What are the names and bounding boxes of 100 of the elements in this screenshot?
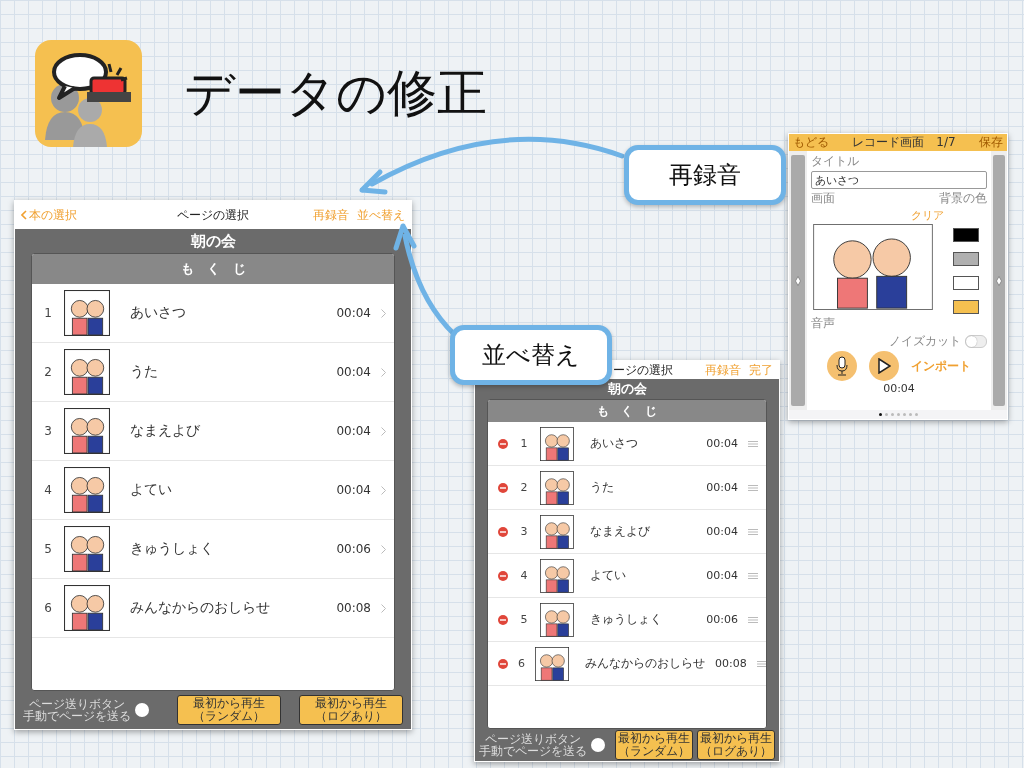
page-list-item[interactable]: 1 あいさつ 00:04 <box>488 422 766 466</box>
page-duration: 00:04 <box>336 306 371 320</box>
field-label: 画面 <box>811 190 835 207</box>
page-title: みんなからのおしらせ <box>130 599 271 617</box>
cartoon-thumbnail <box>64 526 110 572</box>
toggle-label: ページ送りボタン <box>485 733 581 745</box>
cartoon-thumbnail <box>540 470 574 505</box>
app-icon <box>35 40 142 147</box>
play-from-start-button[interactable]: 最初から再生 （ログあり） <box>299 694 403 726</box>
cartoon-thumbnail <box>64 585 110 631</box>
cartoon-thumbnail <box>64 408 110 454</box>
chevron-right-icon[interactable] <box>381 308 386 318</box>
page-list-item[interactable]: 2 うた 00:04 <box>32 343 394 402</box>
page-title: うた <box>590 479 615 496</box>
page-number: 1 <box>519 437 529 450</box>
drag-handle-icon[interactable] <box>748 572 758 579</box>
page-list-item[interactable]: 4 よてい 00:04 <box>32 461 394 520</box>
page-title: きゅうしょく <box>590 611 663 628</box>
drag-handle-icon[interactable] <box>748 440 758 447</box>
diamond-arrow-icon[interactable] <box>795 275 801 286</box>
page-dot[interactable] <box>884 413 888 416</box>
delete-icon[interactable] <box>498 614 508 625</box>
chevron-right-icon[interactable] <box>381 426 386 436</box>
drag-handle-icon[interactable] <box>748 528 758 535</box>
page-number: 6 <box>43 601 53 615</box>
page-list-item[interactable]: 3 なまえよび 00:04 <box>32 402 394 461</box>
drag-handle-icon[interactable] <box>756 660 766 667</box>
cartoon-thumbnail <box>535 646 569 681</box>
page-dot[interactable] <box>896 413 900 416</box>
delete-icon[interactable] <box>498 658 508 669</box>
recording-time: 00:04 <box>883 382 915 395</box>
page-dot[interactable] <box>908 413 912 416</box>
book-title: 朝の会 <box>189 230 237 252</box>
chevron-right-icon[interactable] <box>381 544 386 554</box>
page-number: 3 <box>43 424 53 438</box>
play-from-start-button[interactable]: 最初から再生 （ランダム） <box>615 729 693 761</box>
record-button[interactable] <box>827 351 857 381</box>
page-number: 6 <box>518 657 525 670</box>
toggle-hint: 手動でページを送る <box>479 745 587 757</box>
navigation-title: ページの選択 <box>177 206 249 224</box>
callout-label: 再録音 <box>624 145 786 205</box>
contents-header: も く じ <box>488 400 766 422</box>
color-swatch[interactable] <box>953 300 979 314</box>
chevron-right-icon[interactable] <box>381 367 386 377</box>
page-title: あいさつ <box>590 435 639 452</box>
page-list-item[interactable]: 2 うた 00:04 <box>488 466 766 510</box>
page-list-item[interactable]: 1 あいさつ 00:04 <box>32 284 394 343</box>
play-from-start-button[interactable]: 最初から再生 （ランダム） <box>177 694 281 726</box>
toggle-hint: 手動でページを送る <box>23 710 131 722</box>
delete-icon[interactable] <box>498 482 508 493</box>
color-swatch[interactable] <box>953 276 979 290</box>
color-swatch[interactable] <box>953 252 979 266</box>
page-title: なまえよび <box>130 422 201 440</box>
page-title: よてい <box>130 481 173 499</box>
play-from-start-button[interactable]: 最初から再生 （ログあり） <box>697 729 775 761</box>
page-duration: 00:08 <box>715 657 747 670</box>
page-dot[interactable] <box>878 413 882 416</box>
diamond-arrow-icon[interactable] <box>996 275 1002 286</box>
delete-icon[interactable] <box>498 570 508 581</box>
page-number: 1 <box>43 306 53 320</box>
drag-handle-icon[interactable] <box>748 484 758 491</box>
play-button[interactable] <box>869 351 899 381</box>
chevron-right-icon[interactable] <box>381 603 386 613</box>
navigation-title: ージの選択 <box>613 361 673 379</box>
delete-icon[interactable] <box>498 526 508 537</box>
play-icon <box>877 358 891 374</box>
page-duration: 00:04 <box>706 437 738 450</box>
page-duration: 00:04 <box>336 365 371 379</box>
cartoon-thumbnail <box>540 558 574 593</box>
cartoon-thumbnail <box>540 602 574 637</box>
page-list-item[interactable]: 6 みんなからのおしらせ 00:08 <box>32 579 394 638</box>
page-list-item[interactable]: 3 なまえよび 00:04 <box>488 510 766 554</box>
page-number: 5 <box>519 613 529 626</box>
noise-cut-toggle[interactable] <box>965 335 987 348</box>
page-title: みんなからのおしらせ <box>585 655 705 672</box>
chevron-right-icon[interactable] <box>381 485 386 495</box>
field-label: 音声 <box>811 315 836 332</box>
toggle-label: ページ送りボタン <box>29 698 125 710</box>
page-list-item[interactable]: 5 きゅうしょく 00:06 <box>488 598 766 642</box>
page-title: あいさつ <box>130 304 187 322</box>
contents-header: も く じ <box>32 254 394 284</box>
page-duration: 00:06 <box>706 613 738 626</box>
page-number: 3 <box>519 525 529 538</box>
page-duration: 00:04 <box>336 483 371 497</box>
page-dot[interactable] <box>914 413 918 416</box>
color-swatch[interactable] <box>953 228 979 242</box>
page-list-item[interactable]: 5 きゅうしょく 00:06 <box>32 520 394 579</box>
page-dot[interactable] <box>890 413 894 416</box>
title-input-field[interactable]: あいさつ <box>811 171 987 189</box>
page-list-item[interactable]: 6 みんなからのおしらせ 00:08 <box>488 642 766 686</box>
drag-handle-icon[interactable] <box>748 616 758 623</box>
delete-icon[interactable] <box>498 438 508 449</box>
page-list-item[interactable]: 4 よてい 00:04 <box>488 554 766 598</box>
page-dot[interactable] <box>902 413 906 416</box>
page-title: うた <box>130 363 159 381</box>
page-duration: 00:08 <box>336 601 371 615</box>
page-number: 4 <box>43 483 53 497</box>
field-label: タイトル <box>811 153 860 170</box>
page-number: 2 <box>519 481 529 494</box>
page-title: きゅうしょく <box>130 540 215 558</box>
